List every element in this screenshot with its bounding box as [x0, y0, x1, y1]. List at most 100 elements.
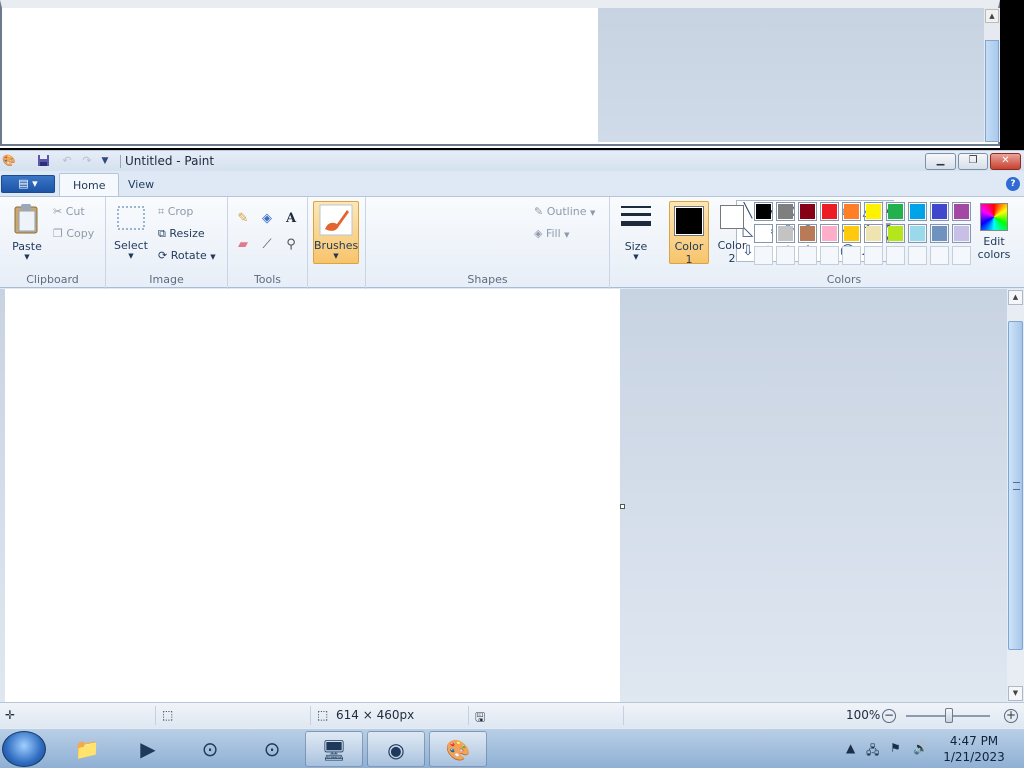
magnifier-icon[interactable]: ⚲ [281, 235, 301, 255]
palette-swatch[interactable] [842, 224, 861, 243]
paste-dropdown-icon[interactable]: ▼ [8, 253, 46, 261]
action-center-icon[interactable]: ⚑ [890, 741, 901, 755]
eraser-icon[interactable]: ▰ [233, 235, 253, 255]
custom-color-slot[interactable] [820, 246, 839, 265]
copy-label: Copy [66, 227, 95, 240]
brushes-button[interactable]: Brushes ▼ [313, 201, 359, 264]
cut-button[interactable]: ✂ Cut [53, 203, 85, 221]
customize-quick-access-icon[interactable]: ▼ [98, 154, 112, 168]
text-icon[interactable]: A [281, 209, 301, 229]
remote-desktop-icon[interactable]: 🖥 [305, 731, 363, 767]
color1-button[interactable]: Color 1 [669, 201, 709, 266]
paint-taskbar-icon[interactable]: 🎨 [429, 731, 487, 767]
zoom-out-icon[interactable]: − [882, 709, 896, 723]
scroll-up-arrow-icon[interactable]: ▲ [985, 9, 999, 23]
custom-color-slot[interactable] [886, 246, 905, 265]
paint-app-icon[interactable]: 🎨 [2, 154, 16, 168]
close-button[interactable]: ✕ [990, 153, 1021, 170]
custom-color-slot[interactable] [864, 246, 883, 265]
palette-swatch[interactable] [754, 224, 773, 243]
palette-swatch[interactable] [864, 202, 883, 221]
background-window-scrollbar[interactable]: ▲ [984, 8, 1000, 142]
zoom-slider-thumb[interactable] [945, 708, 953, 723]
palette-swatch[interactable] [776, 202, 795, 221]
size-button[interactable]: Size ▼ [614, 203, 658, 261]
fill-icon[interactable]: ◈ [257, 209, 277, 229]
zoom-level: 100% [846, 708, 881, 722]
scroll-thumb[interactable] [1008, 321, 1023, 650]
minimize-button[interactable]: ▁ [925, 153, 956, 170]
palette-swatch[interactable] [952, 202, 971, 221]
custom-color-slot[interactable] [930, 246, 949, 265]
undo-icon[interactable]: ↶ [60, 154, 74, 168]
save-icon[interactable] [36, 154, 50, 168]
zoom-in-icon[interactable]: + [1004, 709, 1018, 723]
brush-icon [319, 204, 353, 236]
rotate-button[interactable]: ⟳ Rotate ▼ [158, 247, 216, 265]
scroll-down-icon[interactable]: ▼ [1008, 686, 1023, 701]
edit-colors-button[interactable]: Edit colors [974, 203, 1014, 261]
tab-view[interactable]: View [115, 173, 167, 196]
copy-button[interactable]: ❐ Copy [53, 225, 94, 243]
color-picker-icon[interactable]: ⟋ [257, 235, 277, 255]
cut-label: Cut [65, 205, 85, 218]
palette-swatch[interactable] [776, 224, 795, 243]
palette-swatch[interactable] [754, 202, 773, 221]
select-button[interactable]: Select ▼ [112, 203, 150, 260]
window-title: Untitled - Paint [125, 154, 215, 168]
palette-swatch[interactable] [798, 224, 817, 243]
color2-button[interactable]: Color 2 [712, 201, 752, 265]
browser-shield-icon[interactable]: ⊙ [181, 731, 239, 767]
custom-color-slot[interactable] [798, 246, 817, 265]
crop-button[interactable]: ⌗ Crop [158, 203, 193, 221]
clock[interactable]: 4:47 PM 1/21/2023 [936, 733, 1012, 765]
custom-color-slot[interactable] [776, 246, 795, 265]
scroll-thumb[interactable] [985, 40, 999, 142]
palette-swatch[interactable] [908, 202, 927, 221]
vertical-scrollbar[interactable]: ▲ ▼ [1007, 289, 1024, 702]
custom-color-slot[interactable] [842, 246, 861, 265]
palette-swatch[interactable] [952, 224, 971, 243]
help-icon[interactable]: ? [1006, 177, 1020, 191]
palette-swatch[interactable] [930, 224, 949, 243]
palette-swatch[interactable] [886, 202, 905, 221]
show-hidden-icons-icon[interactable]: ▲ [846, 741, 855, 755]
edit-colors-label-a: Edit [983, 235, 1005, 248]
taskbar: 📁 ▶ ⊙ ⊙ 🖥 ◉ 🎨 ▲ 🖧 ⚑ 🔊 4:47 PM 1/21/2023 [0, 728, 1024, 768]
custom-color-slot[interactable] [754, 246, 773, 265]
volume-icon[interactable]: 🔊 [913, 741, 928, 755]
select-dropdown-icon[interactable]: ▼ [112, 252, 150, 260]
palette-swatch[interactable] [798, 202, 817, 221]
palette-swatch[interactable] [930, 202, 949, 221]
paste-button[interactable]: Paste ▼ [8, 203, 46, 261]
start-button[interactable] [2, 731, 46, 767]
outline-button[interactable]: ✎ Outline ▼ [534, 203, 595, 221]
resize-button[interactable]: ⧉ Resize [158, 225, 205, 243]
image-group: Select ▼ ⌗ Crop ⧉ Resize ⟳ Rotate ▼ Imag… [106, 197, 228, 289]
browser-shield-alt-icon[interactable]: ⊙ [243, 731, 301, 767]
palette-swatch[interactable] [842, 202, 861, 221]
network-icon[interactable]: 🖧 [866, 741, 879, 762]
drawing-canvas[interactable] [5, 289, 620, 702]
canvas-resize-handle[interactable] [620, 504, 625, 509]
scroll-up-icon[interactable]: ▲ [1008, 290, 1023, 305]
palette-swatch[interactable] [864, 224, 883, 243]
color2-label-b: 2 [728, 252, 736, 265]
file-explorer-icon[interactable]: 📁 [58, 731, 116, 767]
outline-label: Outline [546, 205, 587, 218]
custom-color-slot[interactable] [908, 246, 927, 265]
status-divider [468, 706, 469, 725]
palette-swatch[interactable] [820, 224, 839, 243]
chrome-icon[interactable]: ◉ [367, 731, 425, 767]
palette-swatch[interactable] [908, 224, 927, 243]
redo-icon[interactable]: ↷ [80, 154, 94, 168]
palette-swatch[interactable] [886, 224, 905, 243]
file-menu-button[interactable]: ▤ ▾ [1, 175, 55, 193]
media-player-icon[interactable]: ▶ [119, 731, 177, 767]
fill-shape-button[interactable]: ◈ Fill ▼ [534, 225, 570, 243]
custom-color-slot[interactable] [952, 246, 971, 265]
pencil-icon[interactable]: ✎ [233, 209, 253, 229]
maximize-button[interactable]: ❐ [958, 153, 988, 170]
palette-swatch[interactable] [820, 202, 839, 221]
tab-home[interactable]: Home [59, 173, 120, 196]
